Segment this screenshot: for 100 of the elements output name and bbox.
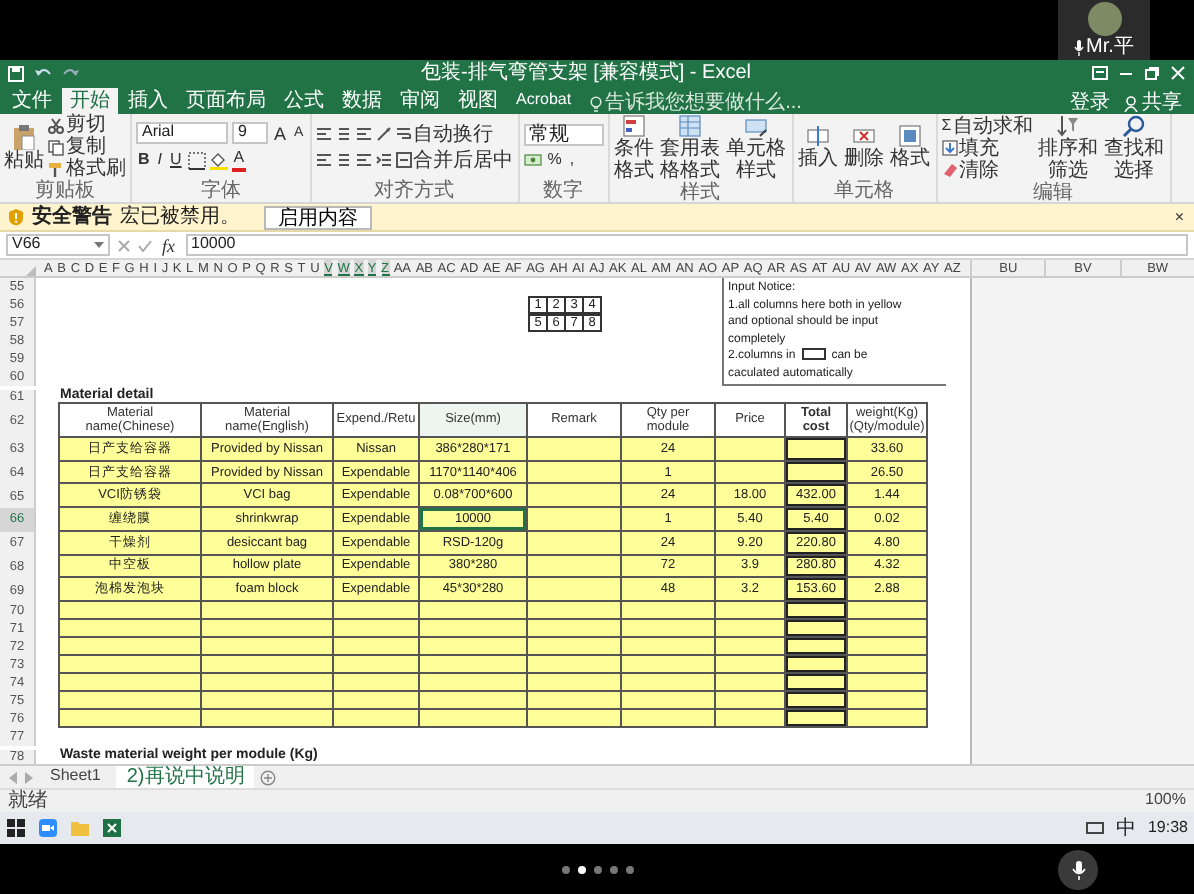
align-left-icon[interactable] bbox=[315, 152, 332, 168]
formula-field[interactable]: 10000 bbox=[185, 234, 1188, 256]
page-dot[interactable] bbox=[609, 865, 617, 873]
cell-box-icon bbox=[801, 348, 826, 361]
participant-name: Mr.平 bbox=[1086, 36, 1134, 58]
text-orientation-icon[interactable] bbox=[375, 126, 392, 142]
group-label: 字体 bbox=[198, 180, 243, 202]
network-icon[interactable] bbox=[1085, 820, 1104, 836]
page-dot[interactable] bbox=[593, 865, 601, 873]
table-cell bbox=[620, 708, 716, 729]
share-button[interactable]: 共享 bbox=[1142, 92, 1182, 114]
group-label: 编辑 bbox=[1031, 182, 1076, 204]
ribbon-button[interactable]: 合并后居中 bbox=[395, 149, 514, 171]
ribbon-button[interactable]: 插入 bbox=[797, 124, 840, 170]
ribbon-button[interactable]: 填充 bbox=[941, 137, 1034, 159]
copy-icon bbox=[48, 139, 64, 155]
align-bottom-icon[interactable] bbox=[355, 126, 372, 142]
bold-button[interactable]: B bbox=[136, 150, 152, 170]
font-size-field[interactable]: 9 bbox=[232, 122, 268, 144]
font-name-field[interactable]: Arial bbox=[136, 122, 228, 144]
align-top-icon[interactable] bbox=[315, 126, 332, 142]
table-cell bbox=[846, 654, 928, 675]
clock-time[interactable]: 19:38 bbox=[1147, 819, 1188, 837]
wrap-text-icon bbox=[395, 126, 412, 142]
undo-icon[interactable] bbox=[34, 66, 52, 80]
ribbon-tab[interactable]: Acrobat bbox=[508, 88, 580, 114]
ribbon-button[interactable]: 自动换行 bbox=[395, 123, 494, 145]
zoom-level[interactable]: 100% bbox=[1145, 792, 1186, 810]
ribbon-button[interactable]: 复制 bbox=[48, 136, 126, 158]
table-cell bbox=[200, 708, 334, 729]
ribbon-button[interactable]: 单元格样式 bbox=[725, 114, 788, 182]
ribbon-button[interactable]: 条件格式 bbox=[613, 114, 656, 182]
windows-icon[interactable] bbox=[6, 818, 26, 838]
sheet-tab[interactable]: Sheet1 bbox=[40, 765, 111, 789]
number-format-button[interactable]: % bbox=[545, 150, 564, 170]
group-label: 样式 bbox=[678, 182, 723, 204]
save-icon[interactable] bbox=[8, 65, 24, 81]
table-cell bbox=[526, 708, 622, 729]
ribbon-button[interactable]: 排序和筛选 bbox=[1037, 114, 1100, 182]
ribbon-tab[interactable]: 视图 bbox=[450, 88, 506, 114]
enable-content-button[interactable]: 启用内容 bbox=[264, 205, 372, 229]
ribbon-tab[interactable]: 数据 bbox=[334, 88, 390, 114]
insert-function-button[interactable]: fx bbox=[160, 235, 177, 255]
currency-icon[interactable] bbox=[523, 152, 542, 168]
ribbon-tab[interactable]: 公式 bbox=[276, 88, 332, 114]
video-app-icon[interactable] bbox=[38, 818, 58, 838]
indent-icon[interactable] bbox=[375, 152, 392, 168]
sheet-tab[interactable]: 2)再说中说明 bbox=[116, 765, 255, 789]
group-label: 对齐方式 bbox=[372, 180, 457, 202]
italic-button[interactable]: I bbox=[155, 150, 165, 170]
table-cell bbox=[526, 529, 622, 556]
fill-color-icon[interactable] bbox=[209, 151, 228, 169]
ribbon-tab[interactable]: 页面布局 bbox=[178, 88, 274, 114]
underline-button[interactable]: U bbox=[168, 150, 184, 170]
ribbon-tab[interactable]: 文件 bbox=[4, 88, 60, 114]
border-icon[interactable] bbox=[187, 151, 206, 169]
status-text: 就绪 bbox=[8, 790, 48, 812]
tell-me-field[interactable]: 告诉我您想要做什么... bbox=[605, 92, 802, 114]
ribbon-button[interactable]: 套用表格格式 bbox=[659, 114, 722, 182]
page-dot[interactable] bbox=[625, 865, 633, 873]
table-format-icon bbox=[678, 114, 703, 138]
ribbon-button[interactable]: 粘贴 bbox=[4, 123, 44, 171]
ribbon-display-icon[interactable] bbox=[1092, 66, 1108, 80]
number-format-field[interactable]: 常规 bbox=[523, 124, 604, 146]
ribbon-button[interactable]: 删除 bbox=[843, 124, 886, 170]
number-format-button[interactable]: , bbox=[567, 150, 577, 170]
spreadsheet-app-icon[interactable] bbox=[102, 818, 122, 838]
autosum-button[interactable]: Σ 自动求和 bbox=[941, 115, 1034, 137]
name-box[interactable]: V66 bbox=[6, 234, 110, 256]
grow-font-button[interactable]: A bbox=[272, 123, 289, 143]
add-sheet-icon[interactable] bbox=[260, 769, 277, 785]
ribbon-button[interactable]: 格式刷 bbox=[48, 158, 126, 180]
restore-icon[interactable] bbox=[1144, 66, 1160, 80]
ribbon-button[interactable]: 剪切 bbox=[48, 114, 126, 136]
ribbon-tab[interactable]: 开始 bbox=[62, 88, 118, 114]
microphone-icon bbox=[1074, 39, 1085, 55]
ribbon-button[interactable]: 清除 bbox=[941, 159, 1034, 181]
sign-in-link[interactable]: 登录 bbox=[1070, 92, 1110, 114]
close-button[interactable]: × bbox=[1172, 207, 1186, 227]
ribbon-tab[interactable]: 审阅 bbox=[392, 88, 448, 114]
microphone-button[interactable] bbox=[1058, 849, 1098, 889]
ribbon-button[interactable]: 查找和选择 bbox=[1103, 114, 1166, 182]
table-cell bbox=[846, 636, 928, 657]
page-dot[interactable] bbox=[561, 865, 569, 873]
align-middle-icon[interactable] bbox=[335, 126, 352, 142]
cell-format-icon bbox=[898, 124, 923, 148]
lightbulb-icon bbox=[589, 95, 602, 111]
ribbon-button[interactable]: 格式 bbox=[889, 124, 932, 170]
eraser-icon bbox=[941, 162, 958, 178]
microphone-icon bbox=[1071, 859, 1085, 879]
sort-filter-icon bbox=[1056, 114, 1081, 138]
align-center-icon[interactable] bbox=[335, 152, 352, 168]
window-title: 包装-排气弯管支架 [兼容模式] - Excel bbox=[418, 62, 753, 84]
page-dot[interactable] bbox=[577, 865, 585, 873]
align-right-icon[interactable] bbox=[355, 152, 372, 168]
close-icon[interactable] bbox=[1170, 66, 1186, 80]
input-language-indicator[interactable]: 中 bbox=[1115, 817, 1136, 839]
check-icon[interactable] bbox=[138, 239, 152, 251]
ribbon-tab[interactable]: 插入 bbox=[120, 88, 176, 114]
font-color-button[interactable]: A bbox=[231, 148, 247, 172]
